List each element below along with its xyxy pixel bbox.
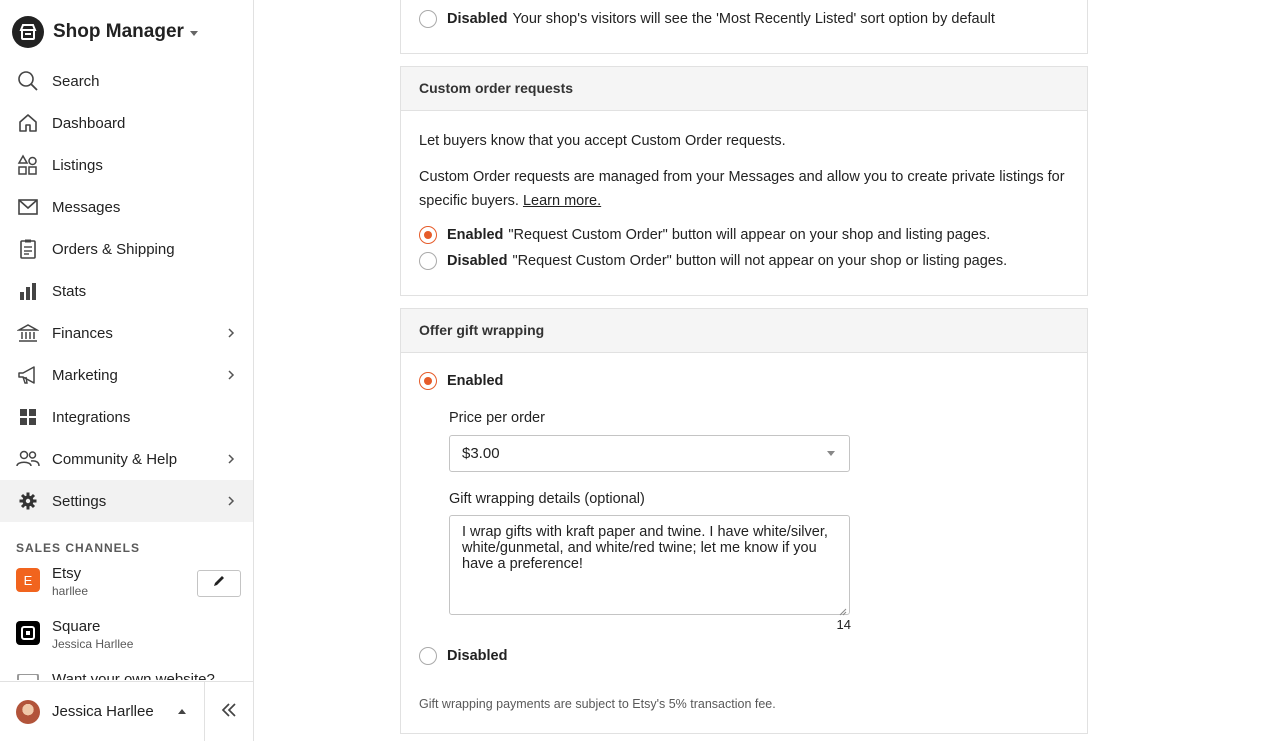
avatar — [16, 700, 40, 724]
sidebar-item-finances[interactable]: Finances — [0, 312, 253, 354]
gift-wrapping-panel: Offer gift wrapping Enabled Price per or… — [400, 308, 1088, 734]
custom-orders-body: Custom Order requests are managed from y… — [419, 169, 1065, 209]
edit-channel-button[interactable] — [197, 570, 241, 597]
chevron-right-icon — [227, 368, 235, 386]
price-select[interactable]: $3.00 — [449, 435, 850, 472]
sidebar-item-label: Settings — [52, 492, 107, 510]
chevron-down-icon — [189, 30, 198, 36]
sidebar-item-label: Marketing — [52, 366, 118, 384]
channel-square[interactable]: Square Jessica Harllee — [16, 617, 133, 652]
shop-manager-menu[interactable]: Shop Manager — [12, 16, 198, 48]
own-website-link[interactable]: Want your own website? — [52, 668, 215, 680]
etsy-logo-icon: E — [16, 568, 40, 592]
clipboard-icon — [16, 237, 40, 261]
gift-wrapping-details-textarea[interactable]: I wrap gifts with kraft paper and twine.… — [449, 515, 850, 616]
mail-icon — [16, 195, 40, 219]
square-logo-icon — [16, 621, 40, 645]
custom-orders-intro: Let buyers know that you accept Custom O… — [419, 133, 786, 149]
brand-title: Shop Manager — [53, 21, 184, 42]
channel-shop: harllee — [52, 584, 89, 598]
channel-name: Etsy — [52, 565, 82, 582]
sidebar-item-dashboard[interactable]: Dashboard — [0, 102, 253, 144]
radio-button-selected[interactable] — [419, 372, 437, 390]
resize-handle-icon[interactable] — [839, 604, 847, 616]
sidebar-item-stats[interactable]: Stats — [0, 270, 253, 312]
custom-orders-disabled-option[interactable]: Disabled "Request Custom Order" button w… — [419, 252, 1007, 270]
radio-button-selected[interactable] — [419, 226, 437, 244]
user-bar: Jessica Harllee — [0, 681, 253, 741]
megaphone-icon — [16, 363, 40, 387]
bank-icon — [16, 321, 40, 345]
chevron-down-icon — [827, 451, 835, 456]
search-icon — [16, 69, 40, 93]
learn-more-link[interactable]: Learn more. — [523, 193, 601, 209]
chevron-right-icon — [227, 452, 235, 470]
app: Shop Manager Search Dashboard Listings M… — [0, 0, 1268, 741]
char-count: 14 — [836, 617, 851, 632]
sidebar-item-search[interactable]: Search — [0, 60, 253, 102]
sidebar-item-settings[interactable]: Settings — [0, 480, 253, 522]
sidebar-item-label: Finances — [52, 324, 113, 342]
grid-icon — [16, 405, 40, 429]
home-icon — [16, 111, 40, 135]
gift-wrapping-enabled-option[interactable]: Enabled — [419, 372, 503, 390]
price-label: Price per order — [449, 410, 545, 426]
panel-title: Custom order requests — [401, 67, 1087, 111]
channel-name: Square — [52, 618, 101, 635]
shapes-icon — [16, 153, 40, 177]
people-icon — [16, 447, 40, 471]
details-label: Gift wrapping details (optional) — [449, 491, 645, 507]
sidebar: Shop Manager Search Dashboard Listings M… — [0, 0, 254, 741]
website-icon — [16, 674, 40, 680]
sidebar-item-label: Messages — [52, 198, 121, 216]
sidebar-item-orders[interactable]: Orders & Shipping — [0, 228, 253, 270]
chevron-right-icon — [227, 494, 235, 512]
radio-button[interactable] — [419, 10, 437, 28]
custom-orders-enabled-option[interactable]: Enabled "Request Custom Order" button wi… — [419, 226, 990, 244]
channel-etsy[interactable]: E Etsy harllee — [16, 564, 88, 599]
sidebar-item-integrations[interactable]: Integrations — [0, 396, 253, 438]
shop-logo-icon — [12, 16, 44, 48]
panel-title: Offer gift wrapping — [401, 309, 1087, 353]
bar-chart-icon — [16, 279, 40, 303]
sidebar-item-community[interactable]: Community & Help — [0, 438, 253, 480]
radio-button[interactable] — [419, 252, 437, 270]
sidebar-item-label: Integrations — [52, 408, 131, 426]
chevron-right-icon — [227, 326, 235, 344]
sidebar-item-marketing[interactable]: Marketing — [0, 354, 253, 396]
radio-button[interactable] — [419, 647, 437, 665]
sidebar-item-listings[interactable]: Listings — [0, 144, 253, 186]
sidebar-item-label: Stats — [52, 282, 87, 300]
channel-owner: Jessica Harllee — [52, 637, 134, 651]
pencil-icon — [212, 574, 226, 593]
custom-orders-panel: Custom order requests Let buyers know th… — [400, 66, 1088, 296]
divider — [204, 682, 205, 741]
collapse-sidebar-button[interactable] — [218, 702, 240, 722]
gear-icon — [16, 489, 40, 513]
sidebar-item-label: Dashboard — [52, 114, 126, 132]
sidebar-item-label: Listings — [52, 156, 103, 174]
sidebar-item-label: Search — [52, 72, 100, 90]
chevron-up-icon[interactable] — [178, 709, 186, 714]
sort-disabled-option[interactable]: Disabled Your shop's visitors will see t… — [419, 10, 995, 28]
sidebar-item-messages[interactable]: Messages — [0, 186, 253, 228]
double-chevron-left-icon — [221, 702, 237, 722]
sort-option-panel: Disabled Your shop's visitors will see t… — [400, 0, 1088, 54]
sidebar-item-label: Orders & Shipping — [52, 240, 175, 258]
sidebar-item-label: Community & Help — [52, 450, 178, 468]
fee-note: Gift wrapping payments are subject to Et… — [419, 697, 776, 711]
sidebar-nav: Search Dashboard Listings Messages Order… — [0, 60, 253, 522]
user-name[interactable]: Jessica Harllee — [52, 703, 154, 720]
gift-wrapping-disabled-option[interactable]: Disabled — [419, 647, 507, 665]
sales-channels-heading: SALES CHANNELS — [16, 541, 141, 555]
